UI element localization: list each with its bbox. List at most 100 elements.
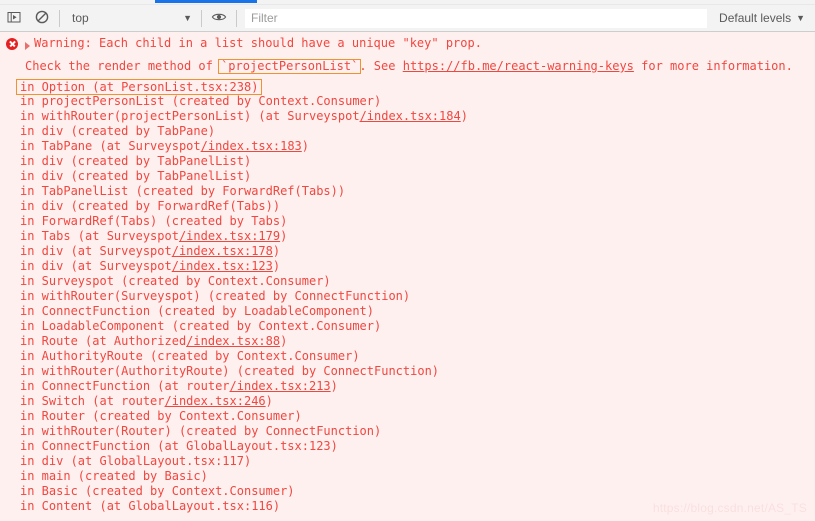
stack-trace-text: in div (at Surveyspot (20, 259, 172, 273)
console-message-error[interactable]: Warning: Each child in a list should hav… (0, 32, 815, 51)
stack-trace-line: in withRouter(projectPersonList) (at Sur… (20, 109, 815, 124)
console-message-detail: Check the render method of `projectPerso… (0, 59, 815, 74)
source-location-link[interactable]: /index.tsx:183 (201, 139, 302, 153)
stack-trace-line: in Option (at PersonList.tsx:238) (16, 79, 815, 95)
stack-trace-line: in div (created by TabPanelList) (20, 154, 815, 169)
devtools-tabstrip (0, 0, 815, 5)
stack-trace-text-tail: ) (280, 229, 288, 243)
active-tab-indicator (155, 0, 257, 3)
filter-input[interactable] (245, 8, 708, 28)
execution-context-selector[interactable]: top ▼ (63, 8, 198, 28)
eye-icon (211, 10, 227, 27)
stack-trace-text: in div (created by TabPanelList) (20, 154, 252, 168)
stack-trace-text: in withRouter(projectPersonList) (at Sur… (20, 109, 360, 123)
stack-trace-line: in Basic (created by Context.Consumer) (20, 484, 815, 499)
stack-trace-line: in ForwardRef(Tabs) (created by Tabs) (20, 214, 815, 229)
stack-trace-text: in withRouter(Surveyspot) (created by Co… (20, 289, 411, 303)
chevron-down-icon: ▼ (796, 12, 805, 23)
stack-trace-text: in TabPanelList (created by ForwardRef(T… (20, 184, 346, 198)
stack-trace-line: in withRouter(Router) (created by Connec… (20, 424, 815, 439)
stack-trace-line: in main (created by Basic) (20, 469, 815, 484)
stack-trace-text-tail: ) (272, 244, 281, 258)
stack-trace-line: in ConnectFunction (created by LoadableC… (20, 304, 815, 319)
stack-trace-text: in div (at GlobalLayout.tsx:117) (20, 454, 252, 468)
stack-trace-text: in projectPersonList (created by Context… (20, 94, 382, 108)
source-location-link[interactable]: /index.tsx:184 (360, 109, 461, 123)
stack-trace-line: in ConnectFunction (at GlobalLayout.tsx:… (20, 439, 815, 454)
stack-trace-text: in Tabs (at Surveyspot (20, 229, 179, 243)
console-message-list: Warning: Each child in a list should hav… (0, 32, 815, 521)
disclosure-triangle-icon[interactable] (25, 42, 30, 50)
stack-trace-line: in TabPane (at Surveyspot/index.tsx:183) (20, 139, 815, 154)
stack-trace-text-tail: ) (265, 394, 273, 408)
stack-trace-text: in ConnectFunction (at router (20, 379, 230, 393)
source-location-link[interactable]: /index.tsx:178 (172, 244, 273, 258)
warning-text-post: prop. (438, 36, 482, 50)
source-location-link[interactable]: /index.tsx:179 (179, 229, 280, 243)
toolbar-divider (236, 9, 237, 27)
panel-toggle-icon (7, 10, 21, 27)
stack-trace-text: in Basic (created by Context.Consumer) (20, 484, 295, 498)
react-warning-keys-link[interactable]: https://fb.me/react-warning-keys (403, 59, 634, 73)
stack-trace-line: in TabPanelList (created by ForwardRef(T… (20, 184, 815, 199)
warning-key-token: "key" (402, 36, 439, 50)
watermark: https://blog.csdn.net/AS_TS (652, 501, 807, 515)
stack-trace-line: in Switch (at router/index.tsx:246) (20, 394, 815, 409)
stack-trace-text: in ConnectFunction (created by LoadableC… (20, 304, 375, 318)
stack-trace-text: in div (created by TabPanelList) (20, 169, 252, 183)
stack-trace-text-tail: ) (460, 109, 468, 123)
stack-trace-text: in Router (created by Context.Consumer) (20, 409, 302, 423)
source-location-link[interactable]: /index.tsx:213 (230, 379, 331, 393)
stack-trace-text-tail: ) (280, 334, 288, 348)
panel-toggle-button[interactable] (0, 5, 28, 31)
toolbar-divider (201, 9, 202, 27)
toolbar-divider (59, 9, 60, 27)
stack-trace-text: in div (created by ForwardRef(Tabs)) (20, 199, 281, 213)
stack-trace-line: in div (created by TabPanelList) (20, 169, 815, 184)
stack-trace-line: in div (at GlobalLayout.tsx:117) (20, 454, 815, 469)
error-icon (6, 38, 18, 50)
warning-text-pre: Warning: Each child in a list should hav… (34, 36, 403, 50)
more-info-text: for more information. (633, 59, 793, 73)
stack-trace-text-tail: ) (301, 139, 310, 153)
stack-trace-line: in div (at Surveyspot/index.tsx:178) (20, 244, 815, 259)
console-toolbar: top ▼ Default levels ▼ (0, 5, 815, 32)
stack-trace-highlight: in Option (at PersonList.tsx:238) (16, 79, 263, 95)
source-location-link[interactable]: /index.tsx:88 (186, 334, 280, 348)
clear-console-button[interactable] (28, 5, 56, 31)
chevron-down-icon: ▼ (183, 12, 192, 23)
stack-trace-line: in withRouter(AuthorityRoute) (created b… (20, 364, 815, 379)
console-message-text: Warning: Each child in a list should hav… (34, 36, 482, 51)
log-levels-label: Default levels (719, 11, 792, 25)
stack-trace-text-tail: ) (330, 379, 338, 393)
stack-trace-line: in withRouter(Surveyspot) (created by Co… (20, 289, 815, 304)
stack-trace-line: in Router (created by Context.Consumer) (20, 409, 815, 424)
stack-trace-line: in div (created by ForwardRef(Tabs)) (20, 199, 815, 214)
stack-trace-text: in withRouter(AuthorityRoute) (created b… (20, 364, 440, 378)
stack-trace-text: in AuthorityRoute (created by Context.Co… (20, 349, 360, 363)
stack-trace-text: in ForwardRef(Tabs) (created by Tabs) (20, 214, 288, 228)
stack-trace-text: in LoadableComponent (created by Context… (20, 319, 382, 333)
source-location-link[interactable]: /index.tsx:123 (172, 259, 273, 273)
stack-trace-line: in Tabs (at Surveyspot/index.tsx:179) (20, 229, 815, 244)
stack-trace-text: in TabPane (at Surveyspot (20, 139, 201, 153)
stack-trace-line: in Surveyspot (created by Context.Consum… (20, 274, 815, 289)
stack-trace-line: in div (created by TabPane) (20, 124, 815, 139)
log-levels-selector[interactable]: Default levels ▼ (707, 8, 815, 28)
execution-context-value: top (72, 11, 89, 25)
stack-trace-line: in AuthorityRoute (created by Context.Co… (20, 349, 815, 364)
console-stack-trace: in Option (at PersonList.tsx:238) in proj… (0, 79, 815, 514)
stack-trace-text: in ConnectFunction (at GlobalLayout.tsx:… (20, 439, 338, 453)
stack-trace-text: in withRouter(Router) (created by Connec… (20, 424, 382, 438)
stack-trace-text: in Route (at Authorized (20, 334, 187, 348)
stack-trace-text: in main (created by Basic) (20, 469, 208, 483)
stack-trace-line: in Route (at Authorized/index.tsx:88) (20, 334, 815, 349)
stack-trace-text: in div (at Surveyspot (20, 244, 172, 258)
source-location-link[interactable]: /index.tsx:246 (165, 394, 266, 408)
stack-trace-line: in div (at Surveyspot/index.tsx:123) (20, 259, 815, 274)
stack-trace-line: in ConnectFunction (at router/index.tsx:… (20, 379, 815, 394)
stack-trace-text: in Surveyspot (created by Context.Consum… (20, 274, 331, 288)
stack-trace-text: in Content (at GlobalLayout.tsx:116) (20, 499, 281, 513)
check-render-text: Check the render method of (25, 59, 221, 73)
live-expression-button[interactable] (205, 5, 233, 31)
